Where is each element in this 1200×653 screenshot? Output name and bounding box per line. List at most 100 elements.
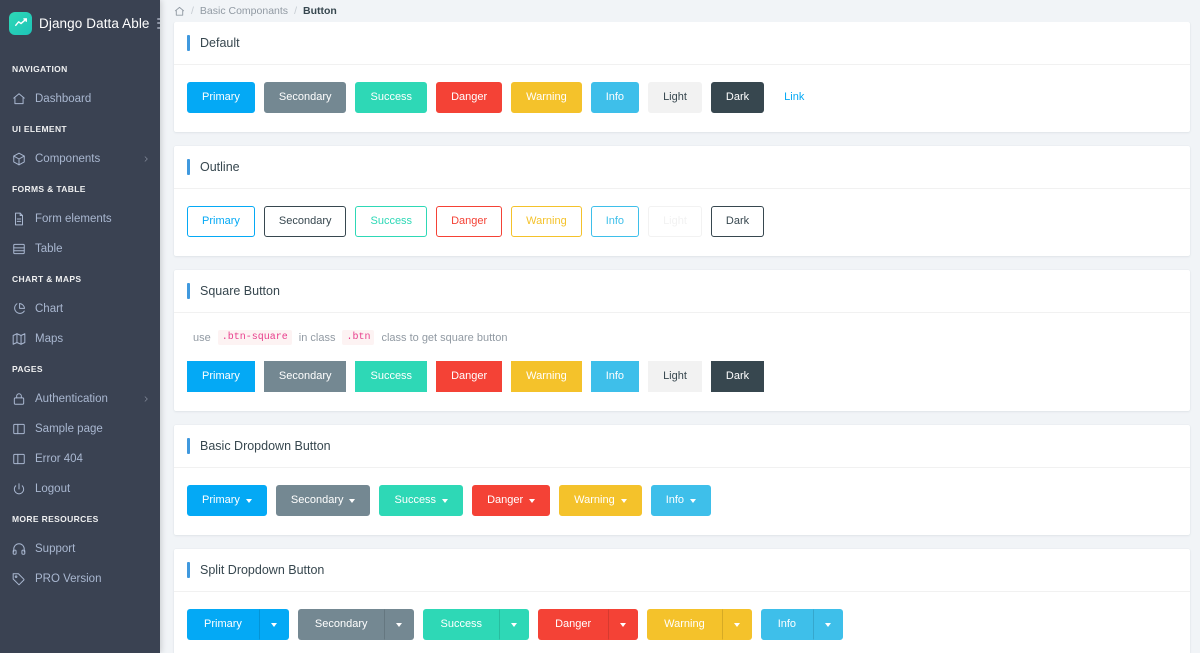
outline-danger-button[interactable]: Danger: [436, 206, 503, 237]
button-label: Success: [370, 91, 413, 103]
default-dark-button[interactable]: Dark: [710, 82, 765, 113]
default-light-button[interactable]: Light: [648, 82, 702, 113]
outline-dark-button[interactable]: Dark: [710, 206, 765, 237]
chevron-down-icon: [396, 622, 403, 627]
sidebar-item-maps[interactable]: Maps: [0, 324, 160, 354]
chevron-down-icon: [825, 622, 832, 627]
app-logo[interactable]: [9, 11, 32, 35]
default-link-button[interactable]: Link: [773, 82, 815, 113]
breadcrumb-parent[interactable]: Basic Componants: [200, 5, 288, 17]
card-header: Split Dropdown Button: [174, 549, 1190, 591]
sidebar-item-sample-page[interactable]: Sample page: [0, 414, 160, 444]
sidebar-caption-forms-table: FORMS & TABLE: [12, 184, 86, 194]
split-warning-button[interactable]: Warning: [647, 609, 722, 640]
chevron-right-icon: [142, 155, 150, 163]
sidebar-item-error-404[interactable]: Error 404: [0, 444, 160, 474]
split-info-toggle[interactable]: [813, 609, 844, 640]
sidebar-item-components[interactable]: Components: [0, 144, 160, 174]
split-dropdown-row: Primary Secondary Success Danger Warning Info: [187, 609, 1172, 640]
sidebar-item-support[interactable]: Support: [0, 534, 160, 564]
default-danger-button[interactable]: Danger: [436, 82, 503, 113]
outline-info-button[interactable]: Info: [590, 206, 640, 237]
sidebar-item-label: Support: [35, 543, 76, 555]
split-warning-toggle[interactable]: [721, 609, 752, 640]
button-label: Info: [777, 618, 797, 630]
button-label: Warning: [526, 91, 567, 103]
button-label: Warning: [664, 618, 705, 630]
card-basic-dropdown-buttons: Basic Dropdown Button Primary Secondary Su…: [174, 425, 1190, 535]
square-secondary-button[interactable]: Secondary: [263, 361, 347, 392]
card-title-default: Default: [200, 36, 240, 50]
default-success-button[interactable]: Success: [355, 82, 428, 113]
sidebar-item-pro-version[interactable]: PRO Version: [0, 564, 160, 594]
map-icon: [12, 332, 26, 346]
button-label: Success: [440, 618, 483, 630]
button-label: Danger: [451, 370, 488, 382]
split-danger-button[interactable]: Danger: [538, 609, 609, 640]
basic-dropdown-row: Primary Secondary Success Danger Warning Info: [187, 485, 1172, 516]
sidebar-item-authentication[interactable]: Authentication: [0, 384, 160, 414]
outline-warning-button[interactable]: Warning: [511, 206, 582, 237]
square-info-button[interactable]: Info: [590, 361, 640, 392]
card-header: Default: [174, 22, 1190, 64]
menu-toggle-icon[interactable]: [156, 15, 160, 31]
power-icon: [12, 482, 26, 496]
button-label: Danger: [487, 494, 524, 506]
default-warning-button[interactable]: Warning: [511, 82, 582, 113]
button-label: Light: [663, 91, 687, 103]
square-dark-button[interactable]: Dark: [710, 361, 765, 392]
outline-light-button[interactable]: Light: [648, 206, 702, 237]
button-label: Dark: [725, 215, 750, 227]
square-danger-button[interactable]: Danger: [436, 361, 503, 392]
dropdown-warning-button[interactable]: Warning: [559, 485, 642, 516]
default-secondary-button[interactable]: Secondary: [263, 82, 347, 113]
default-info-button[interactable]: Info: [590, 82, 640, 113]
card-header: Outline: [174, 146, 1190, 188]
sidebar-item-chart[interactable]: Chart: [0, 294, 160, 324]
outline-success-button[interactable]: Success: [355, 206, 428, 237]
sidebar-item-label: Chart: [35, 303, 64, 315]
sidebar-header: Django Datta Able: [0, 0, 160, 46]
sidebar-item-table[interactable]: Table: [0, 234, 160, 264]
chevron-down-icon: [690, 498, 697, 503]
split-success-toggle[interactable]: [499, 609, 530, 640]
square-success-button[interactable]: Success: [355, 361, 428, 392]
split-dropdown-danger-group: Danger: [538, 609, 639, 640]
dropdown-danger-button[interactable]: Danger: [472, 485, 551, 516]
button-label: Secondary: [314, 618, 368, 630]
square-light-button[interactable]: Light: [648, 361, 702, 392]
sidebar-page-icon: [12, 452, 26, 466]
note-post: class to get square button: [381, 331, 508, 344]
dropdown-info-button[interactable]: Info: [650, 485, 712, 516]
split-secondary-toggle[interactable]: [384, 609, 415, 640]
dropdown-success-button[interactable]: Success: [379, 485, 464, 516]
sidebar-item-label: Sample page: [35, 423, 103, 435]
button-label: Danger: [555, 618, 592, 630]
breadcrumb-separator-1: /: [191, 5, 194, 17]
sidebar-nav: NAVIGATION Dashboard UI ELEMENT Components F…: [0, 54, 160, 594]
split-primary-button[interactable]: Primary: [187, 609, 259, 640]
split-primary-toggle[interactable]: [258, 609, 289, 640]
sidebar-item-dashboard[interactable]: Dashboard: [0, 84, 160, 114]
page-scroll-area[interactable]: Default Primary Secondary Success Danger War…: [160, 22, 1200, 653]
sidebar-item-logout[interactable]: Logout: [0, 474, 160, 504]
card-body: Primary Secondary Success Danger Warning Info: [174, 467, 1190, 535]
outline-secondary-button[interactable]: Secondary: [263, 206, 347, 237]
split-info-button[interactable]: Info: [760, 609, 814, 640]
square-primary-button[interactable]: Primary: [187, 361, 255, 392]
square-warning-button[interactable]: Warning: [511, 361, 582, 392]
default-primary-button[interactable]: Primary: [187, 82, 255, 113]
split-success-button[interactable]: Success: [423, 609, 500, 640]
button-label: Dark: [725, 370, 750, 382]
home-icon[interactable]: [174, 6, 185, 17]
outline-primary-button[interactable]: Primary: [187, 206, 255, 237]
button-label: Link: [784, 91, 805, 103]
dropdown-primary-button[interactable]: Primary: [187, 485, 267, 516]
split-danger-toggle[interactable]: [608, 609, 639, 640]
split-secondary-button[interactable]: Secondary: [297, 609, 385, 640]
chevron-down-icon: [245, 498, 252, 503]
headphones-icon: [12, 542, 26, 556]
tag-icon: [12, 572, 26, 586]
dropdown-secondary-button[interactable]: Secondary: [275, 485, 371, 516]
sidebar-item-form-elements[interactable]: Form elements: [0, 204, 160, 234]
